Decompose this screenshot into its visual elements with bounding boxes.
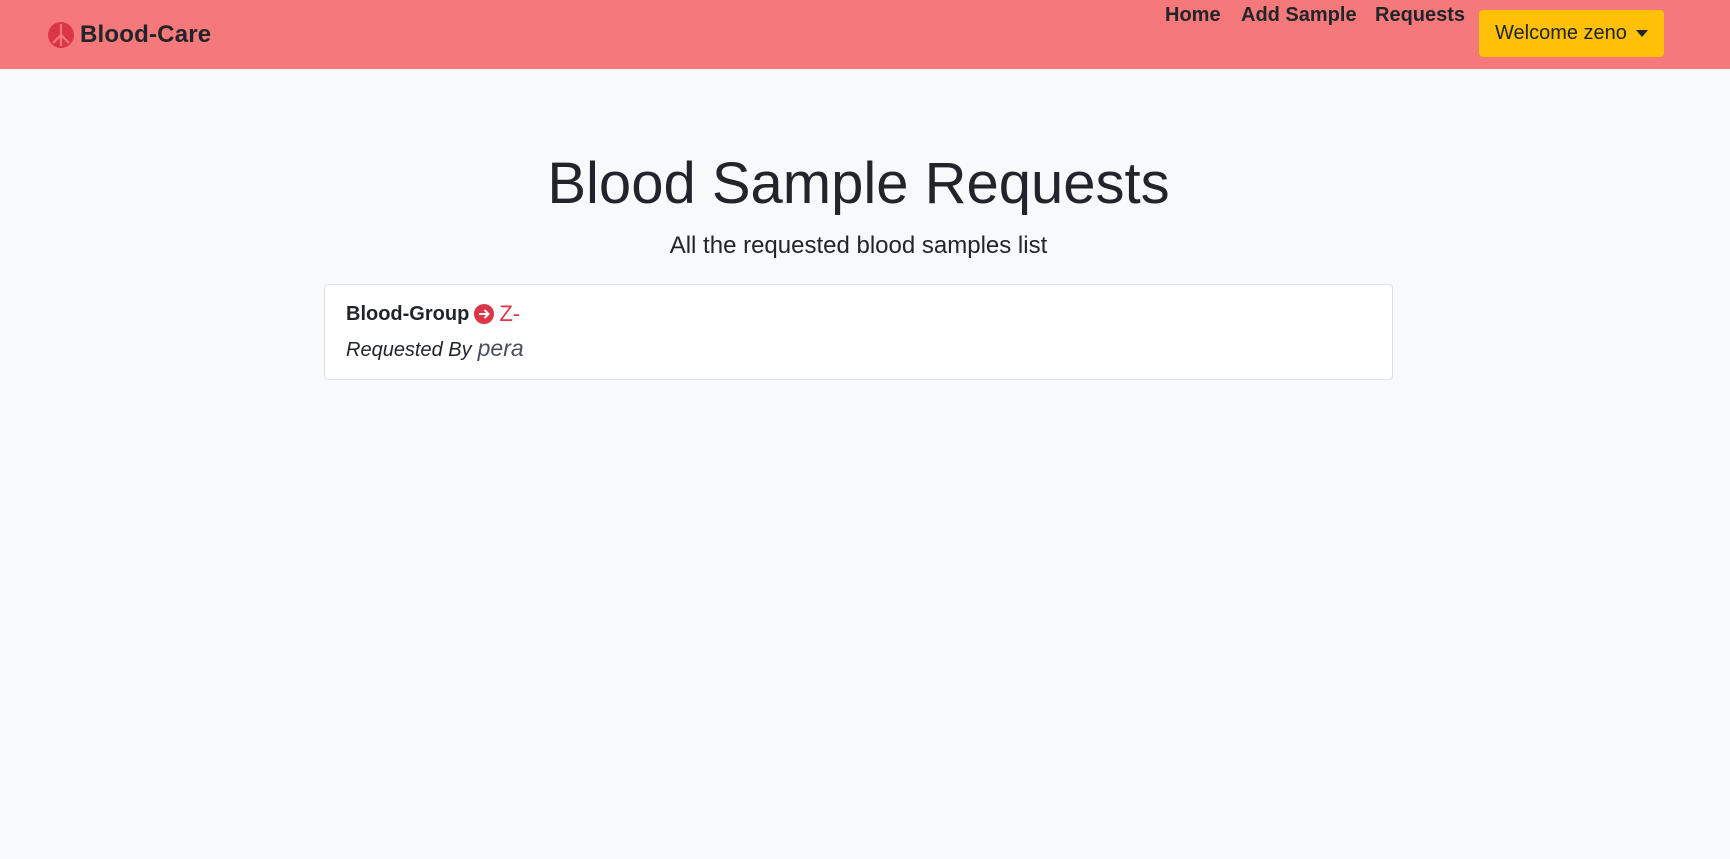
page-title: Blood Sample Requests	[547, 151, 1170, 216]
blood-group-row: Blood-Group Z-	[346, 299, 520, 329]
nav-add-sample[interactable]: Add Sample	[1241, 0, 1357, 30]
request-card: Blood-Group Z- Requested By pera	[324, 284, 1393, 380]
page-subtitle: All the requested blood samples list	[669, 232, 1048, 259]
user-menu-dropdown[interactable]: Welcome zeno	[1479, 10, 1664, 57]
peace-icon	[48, 22, 74, 48]
requested-by-row: Requested By pera	[346, 335, 524, 365]
arrow-right-circle-icon	[474, 304, 495, 324]
requested-by-label: Requested By	[346, 339, 472, 361]
blood-group-label: Blood-Group	[346, 302, 470, 325]
navbar: Blood-Care Home Add Sample Requests Welc…	[0, 0, 1730, 69]
user-menu-label: Welcome zeno	[1495, 22, 1627, 44]
nav-home[interactable]: Home	[1165, 0, 1221, 30]
requested-by-value: pera	[477, 335, 524, 361]
blood-group-value: Z-	[499, 301, 521, 326]
brand-name: Blood-Care	[80, 21, 212, 48]
caret-down-icon	[1636, 30, 1648, 37]
nav-requests[interactable]: Requests	[1375, 0, 1465, 30]
brand-link[interactable]: Blood-Care	[48, 19, 211, 51]
